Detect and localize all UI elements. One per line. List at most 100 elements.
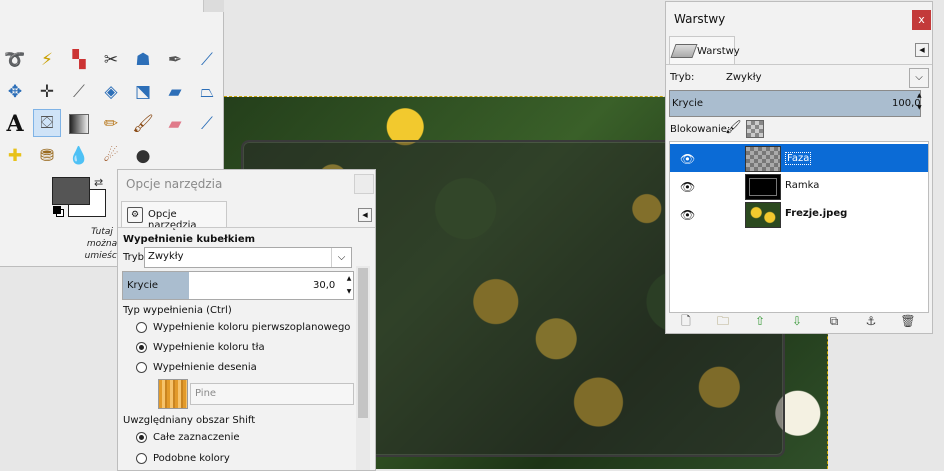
tab-divider [118, 227, 375, 228]
layer-group-icon[interactable]: 🗀 [715, 313, 731, 329]
clone-icon[interactable]: ⛃ [33, 142, 61, 170]
layer-row[interactable]: 👁 Ramka [670, 172, 928, 200]
chevron-down-icon[interactable]: ⌵ [331, 248, 351, 267]
fill-type-label: Typ wypełnienia (Ctrl) [123, 305, 232, 316]
foreground-color-swatch[interactable] [52, 177, 90, 205]
scrollbar-thumb[interactable] [358, 268, 368, 418]
align-icon[interactable]: ✛ [33, 78, 61, 106]
dodge-icon[interactable]: ● [129, 142, 157, 170]
radio-similar-colors[interactable] [136, 452, 147, 464]
reset-colors-icon[interactable] [53, 206, 64, 217]
duplicate-layer-icon[interactable]: ⧉ [826, 313, 842, 329]
bucket-fill-icon[interactable]: ⛋ [33, 109, 61, 137]
text-icon[interactable]: A [1, 110, 29, 138]
color-select-icon[interactable]: ▚ [65, 46, 93, 74]
lock-pixels-icon[interactable]: 🖌 [725, 120, 742, 135]
layer-name: Faza [785, 152, 812, 165]
opacity-spin-icon[interactable]: ▲ ▼ [917, 90, 924, 115]
similar-colors-option[interactable]: Podobne kolory [136, 450, 230, 466]
tab-tool-options[interactable]: ⚙ Opcje narzędzia [121, 201, 227, 231]
radio-label: Podobne kolory [153, 452, 230, 464]
fuzzy-select-icon[interactable]: ⚡ [33, 46, 61, 74]
airbrush-icon[interactable]: ⟋ [193, 110, 221, 138]
pattern-swatch[interactable] [158, 379, 188, 409]
delete-layer-icon[interactable]: 🗑 [900, 313, 916, 329]
perspective-icon[interactable]: ⏢ [193, 78, 221, 106]
rotate-icon[interactable]: ◈ [97, 78, 125, 106]
radio-label: Wypełnienie koloru tła [153, 341, 265, 353]
opacity-spin-icon[interactable]: ▲ ▼ [345, 272, 353, 299]
blend-icon[interactable] [65, 110, 93, 138]
opacity-label: Krycie [127, 280, 159, 291]
close-button[interactable]: x [912, 10, 931, 30]
raise-layer-icon[interactable]: ⇧ [752, 313, 768, 329]
layer-opacity-slider[interactable]: Krycie 100,0 [669, 90, 921, 117]
tool-options-close-button[interactable] [354, 174, 374, 194]
toolbox-title-button[interactable] [203, 0, 224, 12]
layers-icon [670, 44, 698, 58]
lasso-icon[interactable]: ➰ [1, 46, 29, 74]
crop-icon[interactable]: ⟋ [65, 78, 93, 106]
scissors-icon[interactable]: ✂ [97, 46, 125, 74]
mode-value: Zwykły [148, 251, 184, 262]
layer-thumbnail [745, 202, 781, 228]
foreground-select-icon[interactable]: ☗ [129, 46, 157, 74]
layers-title: Warstwy [674, 12, 726, 26]
tool-options-titlebar[interactable]: Opcje narzędzia [118, 170, 375, 198]
radio-fill-pattern[interactable] [136, 361, 147, 373]
tool-name-heading: Wypełnienie kubełkiem [123, 234, 256, 245]
shear-icon[interactable]: ▰ [161, 78, 189, 106]
lower-layer-icon[interactable]: ⇩ [789, 313, 805, 329]
visibility-eye-icon[interactable]: 👁 [680, 208, 695, 222]
lock-label: Blokowanie: [670, 124, 731, 135]
layer-row[interactable]: 👁 Faza [670, 144, 928, 172]
radio-fill-bg[interactable] [136, 341, 147, 353]
radio-whole-selection[interactable] [136, 431, 147, 443]
tool-options-icon: ⚙ [127, 207, 143, 223]
tab-menu-button[interactable]: ◀ [358, 208, 372, 222]
whole-selection-option[interactable]: Całe zaznaczenie [136, 429, 240, 445]
radio-label: Całe zaznaczenie [153, 431, 240, 443]
fill-pattern-option[interactable]: Wypełnienie desenia [136, 359, 257, 375]
layer-name: Ramka [785, 180, 820, 191]
layer-row[interactable]: 👁 Frezje.jpeg [670, 200, 928, 228]
radio-label: Wypełnienie desenia [153, 361, 257, 373]
scale-icon[interactable]: ⬔ [129, 78, 157, 106]
pattern-name-field[interactable]: Pine [190, 383, 354, 405]
swap-colors-icon[interactable]: ⇄ [94, 176, 103, 189]
anchor-layer-icon[interactable]: ⚓ [863, 313, 879, 329]
mode-select[interactable]: Zwykły ⌵ [144, 247, 352, 268]
layers-list: 👁 Faza 👁 Ramka 👁 Frezje.jpeg [669, 141, 929, 313]
radio-label: Wypełnienie koloru pierwszoplanowego [153, 321, 351, 333]
paintbrush-icon[interactable]: 🖌 [129, 110, 157, 138]
eraser-icon[interactable]: ▰ [161, 110, 189, 138]
opacity-value: 30,0 [313, 280, 336, 291]
tab-menu-button[interactable]: ◀ [915, 43, 929, 57]
visibility-eye-icon[interactable]: 👁 [680, 152, 695, 166]
move-icon[interactable]: ✥ [1, 78, 29, 106]
fill-bg-option[interactable]: Wypełnienie koloru tła [136, 339, 265, 355]
layers-button-bar: 🗋 🗀 ⇧ ⇩ ⧉ ⚓ 🗑 [669, 312, 927, 330]
tab-layers[interactable]: Warstwy [669, 36, 740, 65]
heal-icon[interactable]: ✚ [1, 142, 29, 170]
paths-icon[interactable]: ✒ [161, 46, 189, 74]
pencil-icon[interactable]: ✏ [97, 110, 125, 138]
tool-options-panel: Opcje narzędzia ⚙ Opcje narzędzia ◀ Wype… [117, 169, 376, 471]
radio-fill-fg[interactable] [136, 321, 147, 333]
new-layer-icon[interactable]: 🗋 [678, 313, 694, 329]
visibility-eye-icon[interactable]: 👁 [680, 180, 695, 194]
lock-alpha-icon[interactable] [746, 120, 764, 138]
blur-icon[interactable]: 💧 [65, 142, 93, 170]
affected-area-label: Uwzględniany obszar Shift [123, 415, 256, 426]
layers-panel: Warstwy x Warstwy ◀ Tryb: Zwykły ⌵ Kryci… [665, 1, 933, 334]
mode-value[interactable]: Zwykły [726, 72, 762, 83]
mode-label: Tryb: [670, 72, 695, 83]
tool-options-title: Opcje narzędzia [126, 177, 223, 191]
smudge-icon[interactable]: ☄ [97, 142, 125, 170]
chevron-down-icon[interactable]: ⌵ [909, 68, 929, 88]
fill-fg-option[interactable]: Wypełnienie koloru pierwszoplanowego [136, 319, 350, 335]
color-picker-icon[interactable]: ⟋ [193, 46, 221, 74]
tab-label: Warstwy [697, 46, 740, 57]
opacity-slider[interactable]: Krycie 30,0 ▲ ▼ [122, 271, 354, 300]
layer-thumbnail [745, 146, 781, 172]
